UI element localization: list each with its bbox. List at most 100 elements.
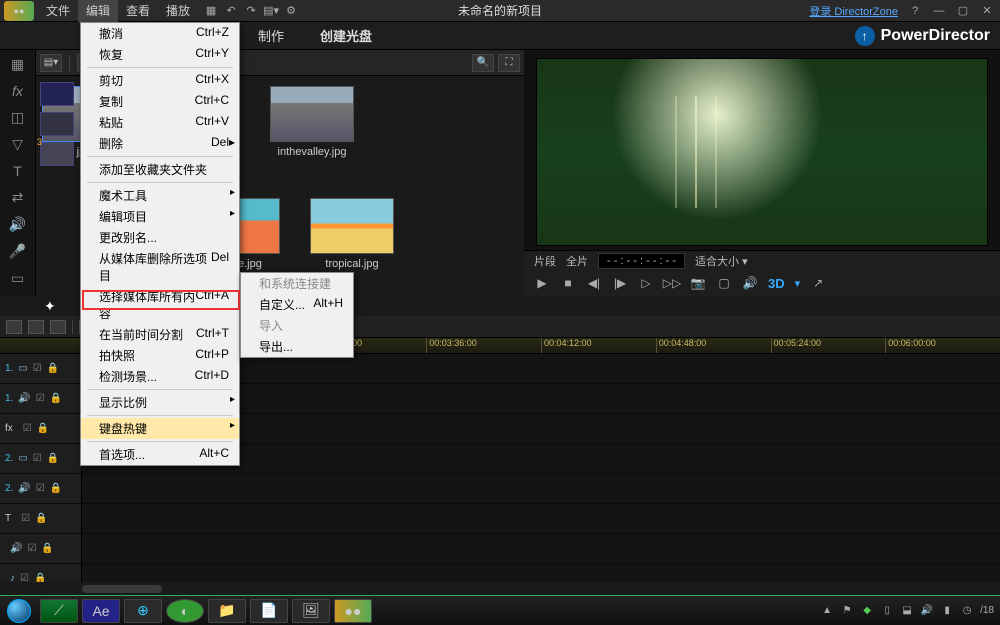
menu-paste[interactable]: 粘贴Ctrl+V	[81, 112, 239, 133]
volume-button[interactable]: 🔊	[742, 275, 758, 291]
start-button[interactable]	[2, 598, 36, 624]
menu-magic-tools[interactable]: 魔术工具	[81, 185, 239, 206]
timeline-track[interactable]: ♪☑🔒	[0, 564, 1000, 582]
import-button[interactable]: ▤▾	[40, 54, 62, 72]
menu-edit-project[interactable]: 编辑项目	[81, 206, 239, 227]
menu-view[interactable]: 查看	[118, 0, 158, 22]
movie-mode-button[interactable]: 全片	[566, 253, 588, 269]
timeline-view-button[interactable]	[6, 320, 22, 334]
clip-mode-button[interactable]: 片段	[534, 253, 556, 269]
menu-keyboard-hotkeys[interactable]: 键盘热键	[81, 418, 239, 439]
tool-icon-4[interactable]: ▤▾	[264, 4, 278, 18]
taskbar-app-2[interactable]: Ae	[82, 599, 120, 623]
taskbar-app-4[interactable]: ◐	[166, 599, 204, 623]
preview-display[interactable]	[536, 58, 988, 246]
tray-action-icon[interactable]: ⬓	[900, 604, 914, 618]
menu-split[interactable]: 在当前时间分割Ctrl+T	[81, 324, 239, 345]
tray-shield-icon[interactable]: ◆	[860, 604, 874, 618]
mini-thumb[interactable]	[40, 112, 74, 136]
menu-add-favorite[interactable]: 添加至收藏夹文件夹	[81, 159, 239, 180]
submenu-custom[interactable]: 自定义...Alt+H	[241, 294, 353, 315]
mini-thumb[interactable]	[40, 82, 74, 106]
media-room-icon[interactable]: ▦	[8, 56, 28, 73]
menu-show-ratio[interactable]: 显示比例	[81, 392, 239, 413]
display-options-button[interactable]: ▢	[716, 275, 732, 291]
help-icon[interactable]: ?	[908, 4, 922, 18]
timeline-track[interactable]: 🔊☑🔒	[0, 534, 1000, 564]
particle-room-icon[interactable]: ▽	[8, 136, 28, 153]
menu-redo[interactable]: 恢复Ctrl+Y	[81, 44, 239, 65]
track-header[interactable]: 1.🔊☑🔒	[0, 384, 82, 413]
menu-preferences[interactable]: 首选项...Alt+C	[81, 444, 239, 465]
search-icon[interactable]: 🔍	[472, 54, 494, 72]
menu-file[interactable]: 文件	[38, 0, 78, 22]
menu-cut[interactable]: 剪切Ctrl+X	[81, 70, 239, 91]
magic-icon[interactable]: ✦	[44, 298, 56, 315]
close-icon[interactable]: ✕	[980, 4, 994, 18]
next-frame-button[interactable]: |▶	[612, 275, 628, 291]
tray-icon[interactable]: ▲	[820, 604, 834, 618]
track-header[interactable]: fx☑🔒	[0, 414, 82, 443]
tool-icon-2[interactable]: ↶	[224, 4, 238, 18]
gear-icon[interactable]: ⚙	[284, 4, 298, 18]
tool-icon-3[interactable]: ↷	[244, 4, 258, 18]
taskbar-app-3[interactable]: ⊕	[124, 599, 162, 623]
timeline-scrollbar[interactable]	[0, 582, 1000, 596]
storyboard-view-button[interactable]	[28, 320, 44, 334]
taskbar-app-6[interactable]: 📄	[250, 599, 288, 623]
menu-snapshot[interactable]: 拍快照Ctrl+P	[81, 345, 239, 366]
track-header[interactable]: T☑🔒	[0, 504, 82, 533]
track-header[interactable]: 2.🔊☑🔒	[0, 474, 82, 503]
step-out-button[interactable]: ▷	[638, 275, 654, 291]
tab-create-disc[interactable]: 创建光盘	[302, 20, 390, 51]
pip-room-icon[interactable]: ◫	[8, 109, 28, 126]
track-header[interactable]: 1.▭☑🔒	[0, 354, 82, 383]
expand-icon[interactable]: ⛶	[498, 54, 520, 72]
directorzone-link[interactable]: 登录 DirectorZone	[809, 3, 898, 19]
menu-remove-media[interactable]: 从媒体库删除所选项目Del	[81, 248, 239, 286]
3d-button[interactable]: 3D	[768, 276, 785, 291]
track-header[interactable]: 🔊☑🔒	[0, 534, 82, 563]
menu-undo[interactable]: 撤消Ctrl+Z	[81, 23, 239, 44]
chapter-room-icon[interactable]: ▭	[8, 270, 28, 287]
media-thumb[interactable]: tropical.jpg	[310, 198, 394, 270]
undock-button[interactable]: ↗	[810, 275, 826, 291]
tray-network-icon[interactable]: ▯	[880, 604, 894, 618]
stop-button[interactable]: ■	[560, 275, 576, 291]
play-button[interactable]: ▶	[534, 275, 550, 291]
taskbar-app-1[interactable]: ⟋	[40, 599, 78, 623]
snapshot-button[interactable]: 📷	[690, 275, 706, 291]
menu-detect-scene[interactable]: 检测场景...Ctrl+D	[81, 366, 239, 387]
submenu-export[interactable]: 导出...	[241, 336, 353, 357]
tab-produce[interactable]: 制作	[240, 20, 302, 51]
taskbar-app-7[interactable]: 🖼	[292, 599, 330, 623]
track-manager-button[interactable]	[50, 320, 66, 334]
title-room-icon[interactable]: T	[8, 163, 28, 179]
voice-room-icon[interactable]: 🎤	[8, 243, 28, 260]
maximize-icon[interactable]: ▢	[956, 4, 970, 18]
timeline-track[interactable]: 2.🔊☑🔒	[0, 474, 1000, 504]
taskbar-app-5[interactable]: 📁	[208, 599, 246, 623]
menu-select-all[interactable]: 选择媒体库所有内容Ctrl+A	[81, 286, 239, 324]
tray-battery-icon[interactable]: ▮	[940, 604, 954, 618]
timeline-track[interactable]: T☑🔒	[0, 504, 1000, 534]
audio-room-icon[interactable]: 🔊	[8, 216, 28, 233]
track-header[interactable]: 2.▭☑🔒	[0, 444, 82, 473]
fx-room-icon[interactable]: fx	[8, 83, 28, 99]
menu-rename[interactable]: 更改别名...	[81, 227, 239, 248]
media-thumb[interactable]: inthevalley.jpg	[270, 86, 354, 158]
fast-forward-button[interactable]: ▷▷	[664, 275, 680, 291]
tray-flag-icon[interactable]: ⚑	[840, 604, 854, 618]
tray-volume-icon[interactable]: 🔊	[920, 604, 934, 618]
menu-copy[interactable]: 复制Ctrl+C	[81, 91, 239, 112]
prev-frame-button[interactable]: ◀|	[586, 275, 602, 291]
menu-play[interactable]: 播放	[158, 0, 198, 22]
menu-delete[interactable]: 删除Del▸	[81, 133, 239, 154]
menu-edit[interactable]: 编辑	[78, 0, 118, 22]
track-header[interactable]: ♪☑🔒	[0, 564, 82, 582]
minimize-icon[interactable]: —	[932, 4, 946, 18]
tool-icon-1[interactable]: ▦	[204, 4, 218, 18]
transition-room-icon[interactable]: ⇄	[8, 189, 28, 206]
taskbar-app-8[interactable]: ●●	[334, 599, 372, 623]
fit-dropdown[interactable]: 适合大小 ▾	[695, 253, 748, 269]
